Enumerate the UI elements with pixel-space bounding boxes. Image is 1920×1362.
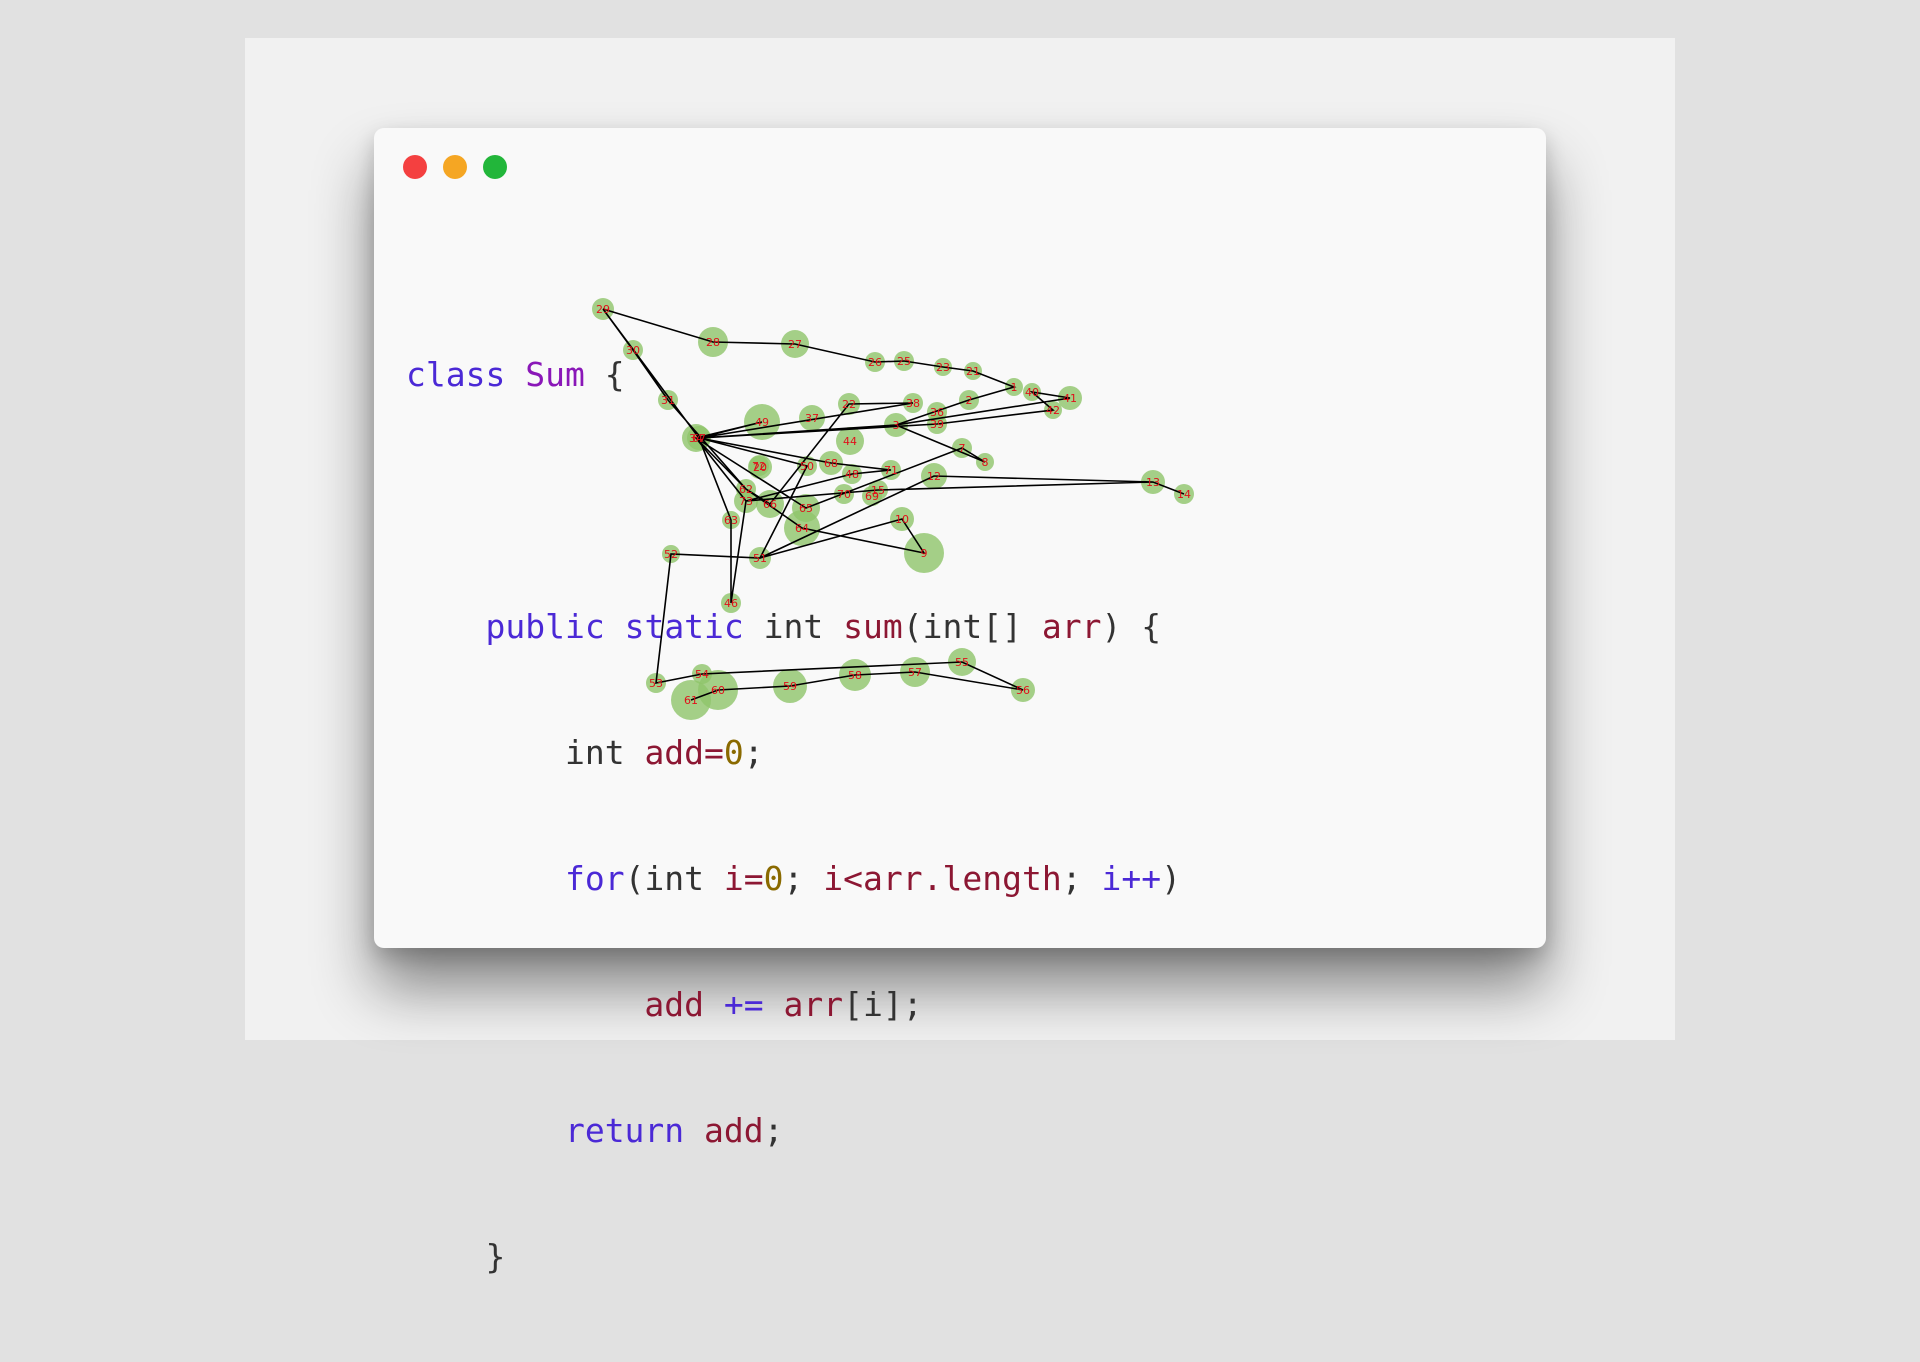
- keyword-static: static: [624, 607, 744, 646]
- loop-semi: ;: [783, 859, 824, 898]
- code-line-4: int add=0;: [406, 732, 1181, 774]
- var-type: int: [564, 733, 625, 772]
- minimize-button[interactable]: [443, 155, 467, 179]
- semicolon: ;: [743, 733, 764, 772]
- keyword-return: return: [564, 1111, 685, 1150]
- param-type: (int[]: [902, 607, 1042, 646]
- code-line-1: class Sum {: [406, 354, 1181, 396]
- method-open: ) {: [1101, 607, 1162, 646]
- arr-access: arr: [783, 985, 844, 1024]
- window-controls: [403, 155, 507, 179]
- loop-increment: i++: [1101, 859, 1162, 898]
- loop-semi-2: ;: [1061, 859, 1102, 898]
- loop-var-i: i: [723, 859, 744, 898]
- class-name: Sum: [525, 355, 585, 394]
- var-add-accum: add: [644, 985, 705, 1024]
- code-line-7: return add;: [406, 1110, 1181, 1152]
- brace-open: {: [584, 355, 625, 394]
- param-name: arr: [1041, 607, 1102, 646]
- literal-zero: 0: [723, 733, 744, 772]
- code-window: class Sum { public static int sum(int[] …: [374, 128, 1546, 1276]
- code-block: class Sum { public static int sum(int[] …: [406, 270, 1181, 1362]
- assign-op: =: [704, 733, 724, 772]
- keyword-class: class: [406, 355, 506, 394]
- return-semi: ;: [763, 1111, 784, 1150]
- loop-less-than: <: [843, 859, 864, 898]
- plus-assign-op: +=: [704, 985, 784, 1024]
- code-line-5: for(int i=0; i<arr.length; i++): [406, 858, 1181, 900]
- return-type: int: [763, 607, 824, 646]
- keyword-public: public: [485, 607, 605, 646]
- close-button[interactable]: [403, 155, 427, 179]
- arr-length: arr.length: [863, 859, 1062, 898]
- code-line-6: add += arr[i];: [406, 984, 1181, 1026]
- loop-var-i-cond: i: [823, 859, 844, 898]
- loop-zero: 0: [763, 859, 784, 898]
- return-var: add: [704, 1111, 764, 1150]
- var-add-decl: add: [644, 733, 705, 772]
- index-expr: [i];: [843, 985, 923, 1024]
- brace-close: }: [485, 1237, 506, 1276]
- code-line-8: }: [406, 1236, 1181, 1278]
- for-open: (int: [624, 859, 724, 898]
- code-line-3: public static int sum(int[] arr) {: [406, 606, 1181, 648]
- for-close: ): [1161, 859, 1181, 898]
- maximize-button[interactable]: [483, 155, 507, 179]
- keyword-for: for: [564, 859, 625, 898]
- method-name: sum: [843, 607, 903, 646]
- loop-assign: =: [743, 859, 764, 898]
